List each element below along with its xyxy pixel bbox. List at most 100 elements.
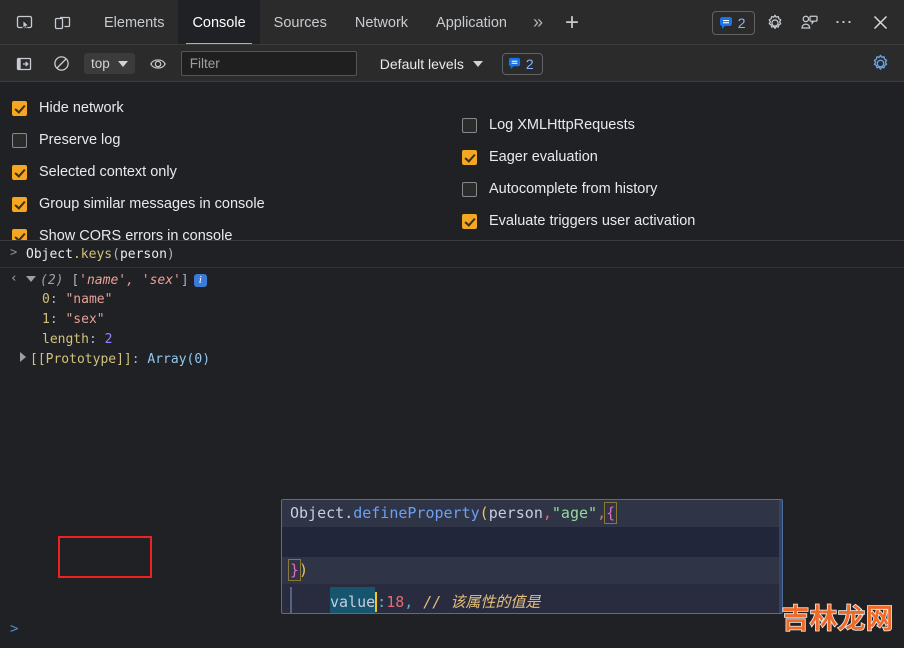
tabbar-right-icons: 2 ⋯ (711, 0, 904, 45)
red-highlight-box (58, 536, 152, 578)
expr-arg: person (119, 247, 167, 262)
setting-hide-network[interactable]: Hide network (12, 92, 265, 124)
length-key: length (42, 332, 89, 347)
console-output-area[interactable]: > Object.keys(person) ‹ (2) ['name', 'se… (0, 241, 904, 648)
watermark: 吉林龙网 (781, 603, 894, 635)
close-icon[interactable] (866, 9, 894, 37)
tab-label: Network (354, 14, 409, 31)
checkbox[interactable] (462, 117, 477, 133)
console-input-echo-row: > Object.keys(person) (0, 241, 904, 268)
more-options-icon[interactable]: ⋯ (829, 13, 861, 31)
log-levels-select[interactable]: Default levels (380, 56, 483, 72)
context-value: top (91, 56, 110, 71)
filter-placeholder: Filter (189, 56, 220, 71)
setting-label: Autocomplete from history (489, 181, 658, 197)
feedback-icon[interactable] (795, 9, 823, 37)
eager-eval-code-editor[interactable]: Object.defineProperty(person,"age",{ val… (281, 499, 783, 614)
checkbox[interactable] (462, 213, 477, 229)
code-close-brace: } (287, 559, 302, 581)
tab-label: Application (436, 14, 507, 31)
editor-line-1: Object.defineProperty(person,"age",{ (282, 500, 782, 527)
new-tab-icon[interactable]: + (555, 0, 589, 45)
array-length-row[interactable]: length: 2 (42, 330, 904, 350)
console-expression: Object.keys(person) (26, 245, 175, 264)
tab-label: Elements (104, 14, 165, 31)
code-number: 18 (386, 593, 405, 611)
checkbox[interactable] (12, 164, 27, 180)
result-prompt-icon: ‹ (10, 271, 18, 286)
setting-eager-evaluation[interactable]: Eager evaluation (462, 141, 695, 173)
setting-autocomplete-from-history[interactable]: Autocomplete from history (462, 173, 695, 205)
setting-evaluate-triggers-user-activation[interactable]: Evaluate triggers user activation (462, 205, 695, 237)
code-arg1: person (488, 504, 543, 522)
prototype-value: Array(0) (147, 352, 211, 367)
setting-log-xmlhttprequests[interactable]: Log XMLHttpRequests (462, 109, 695, 141)
checkbox[interactable] (12, 132, 27, 148)
code-arg2: "age" (551, 504, 598, 522)
log-levels-value: Default levels (379, 55, 464, 72)
checkbox[interactable] (12, 196, 27, 212)
code-close-paren: ) (299, 561, 309, 579)
setting-label: Group similar messages in console (39, 196, 265, 212)
console-sidebar-toggle-icon[interactable] (10, 50, 38, 78)
expand-toggle-icon[interactable] (20, 352, 26, 362)
array-item-row[interactable]: 1: "sex" (42, 310, 904, 330)
input-prompt-icon: > (10, 245, 18, 259)
array-index: 0 (42, 292, 50, 307)
tab-elements[interactable]: Elements (90, 0, 178, 45)
expanded-array-properties: 0: "name" 1: "sex" length: 2 [[Prototype… (0, 290, 904, 370)
result-open-bracket: [ (71, 273, 80, 288)
inspect-element-icon[interactable] (10, 9, 38, 37)
console-result: (2) ['name', 'sex'] i (26, 271, 207, 290)
array-item-row[interactable]: 0: "name" (42, 290, 904, 310)
code-comma: , (542, 504, 552, 522)
code-method: defineProperty (353, 504, 480, 522)
length-value: 2 (104, 332, 113, 347)
tab-console[interactable]: Console (178, 0, 260, 45)
panel-tabs: Elements Console Sources Network Applica… (90, 0, 589, 45)
toolbar-issues-badge[interactable]: 2 (501, 52, 543, 75)
issues-badge[interactable]: 2 (711, 10, 755, 35)
result-close-bracket: ] (180, 273, 189, 288)
prototype-key: [[Prototype]] (30, 352, 132, 367)
code-comment: // 该属性的值是 (423, 593, 541, 611)
array-index: 1 (42, 312, 50, 327)
console-result-row: ‹ (2) ['name', 'sex'] i (0, 268, 904, 290)
result-preview-items: 'name', 'sex' (79, 273, 181, 288)
array-prototype-row[interactable]: [[Prototype]]: Array(0) (20, 350, 904, 370)
live-expression-icon[interactable] (144, 50, 172, 78)
setting-preserve-log[interactable]: Preserve log (12, 124, 265, 156)
setting-label: Hide network (39, 100, 124, 116)
annotation-text: 并没有age属性，因为没有在 defineProperty当中设置配置项 (56, 643, 585, 648)
filter-input[interactable]: Filter (180, 51, 357, 76)
setting-label: Evaluate triggers user activation (489, 213, 696, 229)
expand-toggle-icon[interactable] (26, 276, 36, 282)
issues-icon (508, 57, 520, 70)
javascript-context-select[interactable]: top (84, 53, 135, 74)
code-comma: , (404, 593, 414, 611)
gear-icon[interactable] (761, 9, 789, 37)
console-prompt[interactable]: > (10, 621, 18, 637)
expr-close-paren: ) (166, 247, 175, 262)
setting-group-similar-messages[interactable]: Group similar messages in console (12, 188, 265, 220)
checkbox[interactable] (12, 100, 27, 116)
result-count: (2) (40, 273, 64, 288)
console-settings-gear-icon[interactable] (866, 50, 894, 78)
tab-application[interactable]: Application (422, 0, 521, 45)
info-badge-icon[interactable]: i (193, 274, 207, 287)
setting-label: Selected context only (39, 164, 177, 180)
tab-network[interactable]: Network (341, 0, 422, 45)
separator: : (88, 332, 105, 347)
expr-object: Object (26, 247, 73, 262)
editor-line-2: value:18, // 该属性的值是 (282, 527, 782, 613)
device-toolbar-icon[interactable] (48, 9, 76, 37)
checkbox[interactable] (462, 149, 477, 165)
setting-selected-context-only[interactable]: Selected context only (12, 156, 265, 188)
tab-sources[interactable]: Sources (260, 0, 341, 45)
code-open-paren: ( (479, 504, 489, 522)
more-tabs-icon[interactable]: » (521, 0, 555, 45)
issues-count: 2 (737, 14, 746, 31)
checkbox[interactable] (462, 181, 477, 197)
clear-console-icon[interactable] (47, 50, 75, 78)
settings-left-column: Hide network Preserve log Selected conte… (12, 92, 265, 252)
